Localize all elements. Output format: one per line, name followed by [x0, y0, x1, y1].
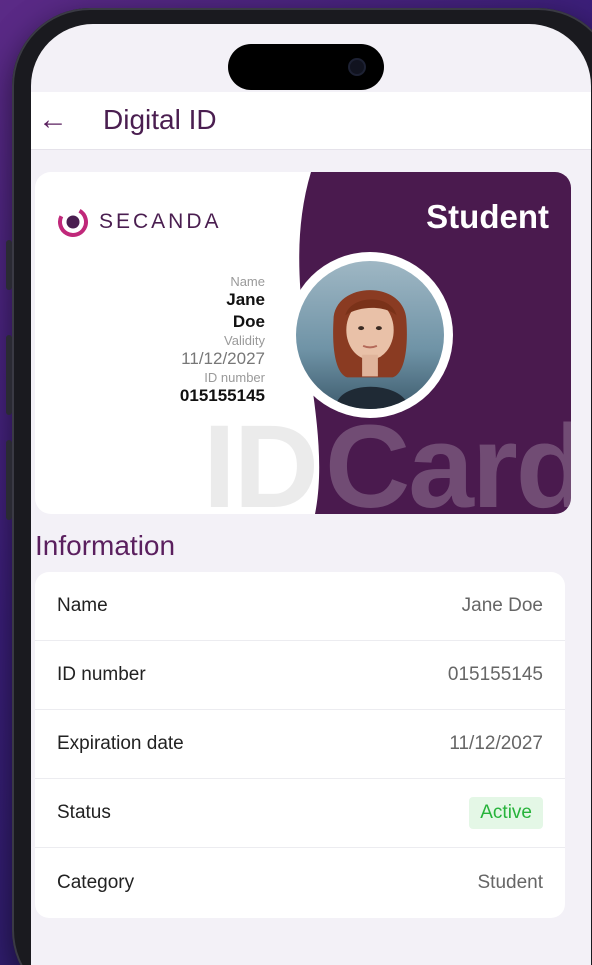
info-value: 11/12/2027	[449, 733, 543, 754]
info-row-expiration-date: Expiration date 11/12/2027	[35, 710, 565, 779]
side-button	[6, 335, 12, 415]
back-arrow-icon[interactable]: ←	[37, 100, 69, 140]
card-id-label: ID number	[204, 370, 265, 385]
info-value: Jane Doe	[461, 595, 543, 616]
watermark-card: Card	[325, 401, 571, 514]
info-list: Name Jane Doe ID number 015155145 Expira…	[35, 572, 565, 918]
page-title: Digital ID	[103, 104, 217, 135]
info-row-name: Name Jane Doe	[35, 572, 565, 641]
app-bar: ← Digital ID	[31, 92, 591, 150]
info-label: ID number	[57, 664, 146, 685]
side-button	[6, 240, 12, 290]
camera-icon	[348, 58, 366, 76]
info-label: Name	[57, 595, 108, 616]
info-row-id-number: ID number 015155145	[35, 641, 565, 710]
brand-name: SECANDA	[99, 210, 222, 233]
info-row-category: Category Student	[35, 848, 565, 917]
card-name-label: Name	[230, 274, 265, 289]
status-badge: Active	[469, 797, 543, 829]
card-role: Student	[426, 198, 549, 235]
watermark-id: ID	[203, 401, 319, 514]
info-label: Status	[57, 802, 111, 823]
card-fields: Name Jane Doe Validity 11/12/2027 ID num…	[85, 274, 265, 407]
card-validity: 11/12/2027	[181, 349, 265, 368]
profile-photo	[287, 252, 453, 418]
card-validity-label: Validity	[224, 333, 265, 348]
info-row-status: Status Active	[35, 779, 565, 848]
info-value: Student	[477, 871, 544, 893]
dynamic-island	[228, 44, 384, 90]
card-last-name: Doe	[232, 312, 265, 331]
id-card[interactable]: SECANDA Student Name Jane Doe Validity 1…	[35, 172, 571, 514]
info-label: Expiration date	[57, 733, 184, 754]
secanda-logo-icon	[58, 207, 88, 237]
info-label: Category	[57, 871, 135, 893]
portrait-image	[296, 261, 444, 409]
info-value: 015155145	[447, 664, 543, 685]
side-button	[6, 440, 12, 520]
brand-logo: SECANDA	[57, 206, 222, 238]
section-title-information: Information	[35, 530, 176, 561]
screen: ← Digital ID SECANDA Student Name Jane D…	[31, 24, 591, 965]
card-first-name: Jane	[226, 290, 265, 309]
